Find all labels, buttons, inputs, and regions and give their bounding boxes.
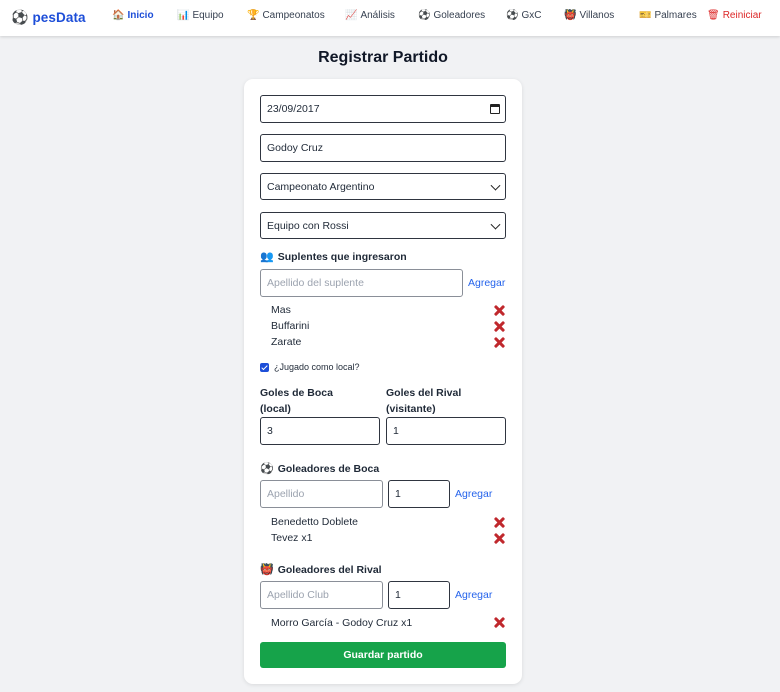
boca-scorer-input[interactable]: Apellido (260, 480, 383, 508)
trash-icon: 🗑 (707, 9, 720, 21)
nav-label: Equipo (192, 10, 224, 21)
home-goals-label: Goles de Boca (local) (260, 385, 333, 417)
remove-icon[interactable] (494, 533, 505, 544)
home-goals-value: 3 (267, 425, 273, 437)
home-goals-label-line2: (local) (260, 403, 291, 415)
team-value: Equipo con Rossi (267, 219, 349, 232)
rival-scorer-item: Morro García - Godoy Cruz x1 (271, 617, 413, 629)
nav-item-reiniciar[interactable]: 🗑 Reiniciar (707, 10, 762, 21)
people-icon: 👥 (260, 250, 274, 263)
line-chart-icon: 📈 (345, 9, 358, 21)
away-goals-label: Goles del Rival (visitante) (386, 385, 461, 417)
nav-item-campeonatos[interactable]: 🏆 Campeonatos (247, 10, 325, 21)
nav-item-analisis[interactable]: 📈 Análisis (345, 10, 395, 21)
nav-label: GxC (521, 10, 542, 21)
rival-input[interactable]: Godoy Cruz (260, 134, 506, 162)
sub-item: Mas (271, 304, 291, 316)
home-icon: 🏠 (112, 9, 125, 21)
rival-goals-count-value: 1 (395, 589, 401, 601)
nav-item-goleadores[interactable]: ⚽ Goleadores (418, 10, 485, 21)
rival-scorers-title: Goleadores del Rival (277, 564, 382, 576)
date-input[interactable]: 23/09/2017 (260, 95, 506, 123)
away-goals-label-line1: Goles del Rival (386, 387, 462, 399)
bar-chart-icon: 📊 (177, 9, 190, 21)
home-goals-label-line1: Goles de Boca (260, 387, 333, 399)
nav-item-palmares[interactable]: 🎫 Palmares (639, 10, 697, 21)
match-form-card: 23/09/2017 Godoy Cruz Campeonato Argenti… (244, 79, 522, 684)
away-goals-label-line2: (visitante) (386, 403, 436, 415)
nav-item-gxc[interactable]: ⚽ GxC (506, 10, 541, 21)
boca-scorers-heading: ⚽ Goleadores de Boca (260, 463, 379, 475)
ticket-icon: 🎫 (639, 9, 652, 21)
boca-goals-count-value: 1 (395, 488, 401, 500)
away-goals-input[interactable]: 1 (386, 417, 506, 445)
sub-item: Buffarini (271, 320, 310, 332)
soccer-ball-icon: ⚽ (260, 462, 274, 475)
chevron-down-icon (490, 219, 501, 230)
soccer-ball-icon: ⚽ (506, 9, 519, 21)
top-navbar: ⚽ pesData 🏠 Inicio 📊 Equipo 🏆 Campeonatos 📈… (0, 0, 780, 36)
rival-scorer-input[interactable]: Apellido Club (260, 581, 383, 609)
nav-label: Campeonatos (262, 10, 325, 21)
rival-scorer-placeholder: Apellido Club (267, 589, 329, 601)
boca-scorer-placeholder: Apellido (267, 488, 305, 500)
rival-goals-count-input[interactable]: 1 (388, 581, 450, 609)
brand-name: pesData (32, 9, 86, 25)
chevron-down-icon (490, 180, 501, 191)
remove-icon[interactable] (494, 305, 505, 316)
nav-label: Análisis (360, 10, 395, 21)
brand[interactable]: ⚽ pesData (11, 8, 86, 26)
subs-heading: 👥 Suplentes que ingresaron (260, 251, 407, 263)
ogre-icon: 👹 (564, 9, 577, 21)
home-goals-input[interactable]: 3 (260, 417, 380, 445)
nav-label: Palmares (654, 10, 697, 21)
remove-icon[interactable] (494, 321, 505, 332)
add-sub-link[interactable]: Agregar (468, 277, 505, 289)
nav-item-inicio[interactable]: 🏠 Inicio (112, 10, 154, 21)
local-label: ¿Jugado como local? (274, 362, 360, 372)
nav-item-equipo[interactable]: 📊 Equipo (177, 10, 224, 21)
rival-value: Godoy Cruz (267, 142, 324, 154)
sub-name-input[interactable]: Apellido del suplente (260, 269, 463, 297)
nav-label: Goleadores (433, 10, 486, 21)
competition-select[interactable]: Campeonato Argentino (260, 173, 506, 200)
remove-icon[interactable] (494, 617, 505, 628)
local-checkbox[interactable] (260, 363, 269, 372)
boca-scorers-title: Goleadores de Boca (277, 463, 380, 475)
remove-icon[interactable] (494, 337, 505, 348)
soccer-ball-icon: ⚽ (11, 9, 29, 25)
subs-title: Suplentes que ingresaron (277, 251, 407, 263)
away-goals-value: 1 (393, 425, 399, 437)
date-value: 23/09/2017 (267, 103, 320, 115)
trophy-icon: 🏆 (247, 9, 260, 21)
sub-item: Zarate (271, 336, 302, 348)
page-title: Registrar Partido (318, 49, 448, 66)
soccer-ball-icon: ⚽ (418, 9, 431, 21)
add-rival-scorer-link[interactable]: Agregar (455, 589, 492, 601)
calendar-icon[interactable] (490, 104, 500, 114)
remove-icon[interactable] (494, 517, 505, 528)
nav-label: Villanos (579, 10, 615, 21)
rival-scorers-heading: 👹 Goleadores del Rival (260, 564, 382, 576)
competition-value: Campeonato Argentino (267, 180, 375, 193)
ogre-icon: 👹 (260, 563, 274, 576)
boca-scorer-item: Tevez x1 (271, 532, 313, 544)
boca-goals-count-input[interactable]: 1 (388, 480, 450, 508)
nav-item-villanos[interactable]: 👹 Villanos (564, 10, 614, 21)
sub-name-placeholder: Apellido del suplente (267, 277, 364, 289)
save-match-button[interactable]: Guardar partido (260, 642, 506, 668)
nav-label: Inicio (127, 10, 154, 21)
team-select[interactable]: Equipo con Rossi (260, 212, 506, 239)
nav-label: Reiniciar (722, 10, 762, 21)
boca-scorer-item: Benedetto Doblete (271, 516, 358, 528)
add-boca-scorer-link[interactable]: Agregar (455, 488, 492, 500)
